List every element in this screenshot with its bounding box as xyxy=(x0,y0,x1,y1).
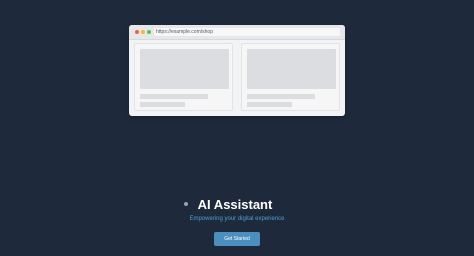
address-bar-url: https://example.com/shop xyxy=(156,29,213,35)
address-bar: https://example.com/shop xyxy=(154,28,340,36)
maximize-window-dot-icon xyxy=(147,30,151,34)
card-text-placeholder xyxy=(247,102,292,107)
minimize-window-dot-icon xyxy=(141,30,145,34)
card-image-placeholder xyxy=(247,49,336,89)
close-window-dot-icon xyxy=(135,30,139,34)
browser-toolbar: https://example.com/shop xyxy=(129,25,345,40)
browser-mockup: https://example.com/shop xyxy=(129,25,345,116)
hero-title: AI Assistant xyxy=(197,196,273,212)
get-started-button[interactable]: Get Started xyxy=(214,232,260,246)
card-title-placeholder xyxy=(247,94,315,99)
hero-subtitle: Empowering your digital experience xyxy=(189,216,285,222)
hero-title-row: AI Assistant xyxy=(0,194,474,214)
page: https://example.com/shop AI Assistant Em… xyxy=(0,0,474,256)
card-text-placeholder xyxy=(140,102,185,107)
browser-content xyxy=(134,43,340,111)
product-card-placeholder xyxy=(241,43,340,111)
card-title-placeholder xyxy=(140,94,208,99)
sparkle-dot-icon xyxy=(183,202,188,206)
card-image-placeholder xyxy=(140,49,229,89)
product-card-placeholder xyxy=(134,43,233,111)
